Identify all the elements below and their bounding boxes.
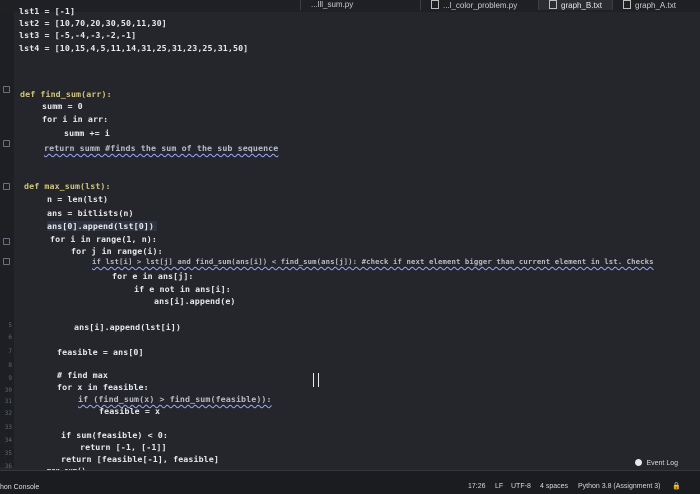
code-editor[interactable]: lst1 = [-1] lst2 = [10,70,20,30,50,11,30… [0, 0, 700, 475]
event-log-button[interactable]: Event Log [635, 459, 678, 467]
indent-setting[interactable]: 4 spaces [540, 483, 568, 490]
code-line: for j in range(i): [71, 246, 163, 256]
code-line: for i in range(1, n): [50, 234, 157, 244]
code-line: lst1 = [-1] [19, 6, 76, 16]
code-line: summ = 0 [42, 101, 83, 111]
code-line: if e not in ans[i]: [134, 284, 231, 294]
file-encoding[interactable]: UTF-8 [511, 483, 531, 490]
code-line: feasible = x [99, 406, 161, 416]
code-line: n = len(lst) [47, 194, 109, 204]
code-line: lst2 = [10,70,20,30,50,11,30] [19, 18, 167, 28]
code-line: # find max [57, 370, 108, 380]
code-line: feasible = ans[0] [57, 347, 144, 357]
code-line: ans[0].append(lst[0]) [47, 221, 157, 231]
code-line: for i in arr: [42, 114, 109, 124]
code-line: if (find_sum(x) > find_sum(feasible)): [78, 394, 272, 404]
code-line: if lst[i] > lst[j] and find_sum(ans[i]) … [92, 257, 654, 266]
code-line: for x in feasible: [57, 382, 149, 392]
code-line: for e in ans[j]: [112, 271, 194, 281]
code-line: ans[i].append(lst[i]) [74, 322, 181, 332]
code-line: lst3 = [-5,-4,-3,-2,-1] [19, 30, 137, 40]
text-cursor-icon [313, 373, 319, 387]
code-line: if sum(feasible) < 0: [61, 430, 168, 440]
cursor-position[interactable]: 17:26 [468, 483, 486, 490]
code-line: def find_sum(arr): [20, 89, 112, 99]
code-line: ans[i].append(e) [154, 296, 236, 306]
lock-icon[interactable]: 🔒 [672, 482, 681, 490]
code-line: lst4 = [10,15,4,5,11,14,31,25,31,23,25,3… [19, 43, 249, 53]
code-line: return [-1, [-1]] [80, 442, 167, 452]
line-separator[interactable]: LF [495, 483, 503, 490]
code-line: summ += i [64, 128, 110, 138]
event-log-label: Event Log [646, 460, 678, 467]
status-bar: hon Console 17:26 LF UTF-8 4 spaces Pyth… [0, 470, 700, 494]
event-log-icon [635, 459, 643, 466]
python-interpreter[interactable]: Python 3.8 (Assignment 3) [578, 483, 661, 490]
code-line: return [feasible[-1], feasible] [61, 454, 219, 464]
code-line: ans = bitlists(n) [47, 208, 134, 218]
code-line: return summ #finds the sum of the sub se… [44, 143, 279, 153]
code-line: def max_sum(lst): [24, 181, 111, 191]
python-console-tab[interactable]: hon Console [0, 484, 39, 491]
